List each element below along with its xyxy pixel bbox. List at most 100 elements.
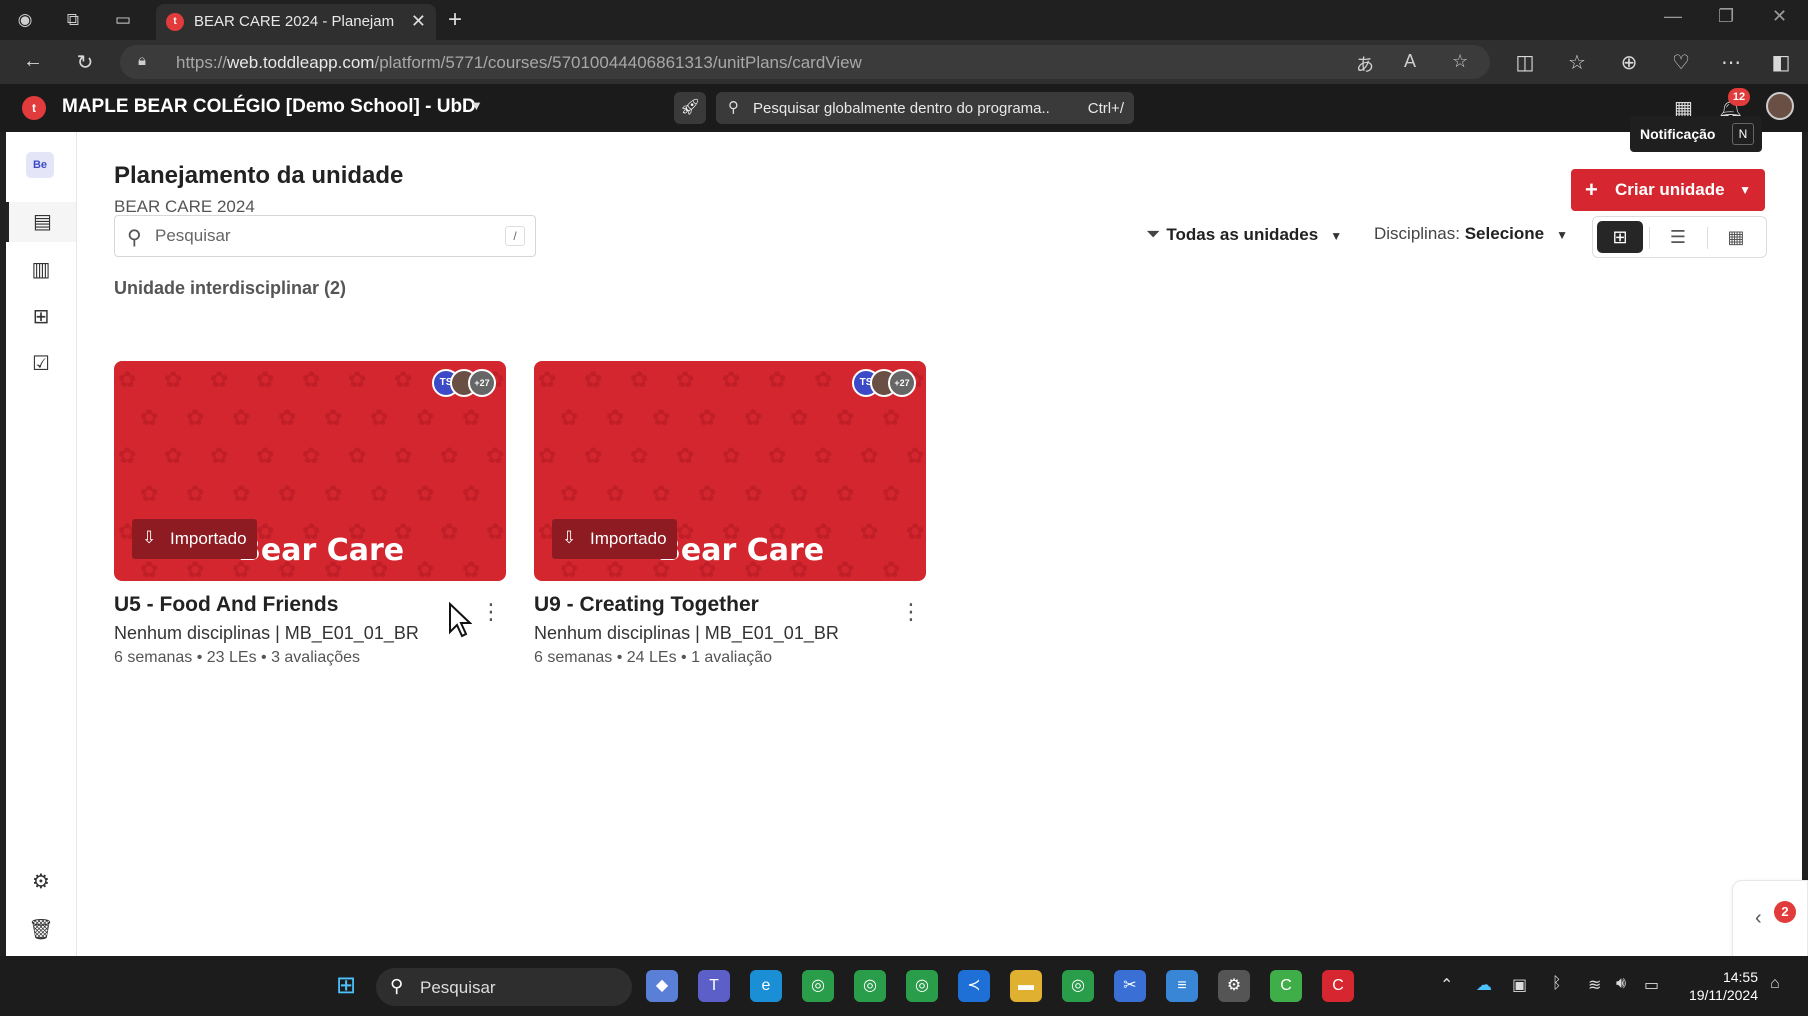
school-name[interactable]: MAPLE BEAR COLÉGIO [Demo School] - UbD <box>62 96 476 118</box>
taskbar-clock[interactable]: 14:55 19/11/2024 <box>1672 968 1758 1004</box>
restore-icon[interactable]: ❐ <box>1718 6 1734 27</box>
edge-icon[interactable]: e <box>750 970 782 1002</box>
unit-card-cover[interactable]: ✿ ✿ ✿ ✿ ✿ ✿ ✿ ✿ ✿ ✿ ✿ ✿ ✿ ✿ ✿ ✿ ✿ ✿ ✿ ✿ ✿ ✿ ✿ ✿ ✿ ✿ ✿ ✿ ✿ ✿ ✿ ✿ ✿ ✿ ✿ ✿ ✿ ✿ ✿ ✿… <box>114 361 506 581</box>
plus-icon: + <box>1585 177 1598 202</box>
user-avatar[interactable] <box>1766 92 1794 120</box>
disciplines-dropdown[interactable]: Disciplinas: Selecione ▼ <box>1374 224 1568 244</box>
chrome-icon[interactable]: ◎ <box>802 970 834 1002</box>
checklist-icon[interactable]: ☑ <box>6 344 76 384</box>
address-bar[interactable]: 🔒︎ https://web.toddleapp.com/platform/57… <box>120 45 1490 79</box>
wifi-icon[interactable]: ≋ <box>1588 975 1601 995</box>
tray-chevron-icon[interactable]: ⌃ <box>1440 975 1453 995</box>
close-window-icon[interactable]: ✕ <box>1772 6 1787 27</box>
onedrive-icon[interactable]: ☁ <box>1476 975 1492 995</box>
notepad-icon[interactable]: ≡ <box>1166 970 1198 1002</box>
chrome-icon[interactable]: ◎ <box>906 970 938 1002</box>
close-tab-icon[interactable]: ✕ <box>411 11 426 32</box>
collections-icon[interactable]: ⊕ <box>1616 50 1642 75</box>
unit-card-title[interactable]: U5 - Food And Friends <box>114 593 338 617</box>
file-explorer-icon[interactable]: ▬ <box>1010 970 1042 1002</box>
reload-icon[interactable]: ↻ <box>72 50 98 75</box>
maple-leaf-icon: ✿ <box>768 443 787 468</box>
notifications-icon[interactable]: ⌂ <box>1770 975 1780 993</box>
profile-icon[interactable]: ◉ <box>12 8 38 32</box>
library-icon[interactable]: ▥ <box>6 250 76 290</box>
maple-leaf-icon: ✿ <box>560 557 579 581</box>
teams-icon[interactable]: T <box>698 970 730 1002</box>
side-panel-toggle[interactable]: ‹ 2 <box>1732 880 1808 966</box>
browser-essentials-icon[interactable]: ♡ <box>1668 50 1694 75</box>
workspaces-icon[interactable]: ⧉ <box>60 8 86 32</box>
badge-label: Importado <box>170 529 247 548</box>
windows-start-icon[interactable]: ⊞ <box>330 970 362 1002</box>
maple-leaf-icon: ✿ <box>676 443 695 468</box>
split-screen-icon[interactable]: ◫ <box>1512 50 1538 75</box>
sidebar-toggle-icon[interactable]: ◧ <box>1768 50 1794 75</box>
battery-icon[interactable]: ▭ <box>1644 975 1659 995</box>
unit-search-input[interactable] <box>155 224 475 248</box>
main-content: Be ▤ ▥ ⊞ ☑ ⚙ 🗑︎ Planejamento da unidade … <box>6 116 1808 966</box>
unit-search-field[interactable]: ⚲ / <box>114 215 536 257</box>
chrome-icon[interactable]: ◎ <box>854 970 886 1002</box>
maple-leaf-icon: ✿ <box>836 405 855 430</box>
snipping-tool-icon[interactable]: ✂ <box>1114 970 1146 1002</box>
translate-icon[interactable]: あ <box>1356 51 1374 77</box>
create-unit-button[interactable]: + Criar unidade ▼ <box>1571 169 1765 211</box>
avatar-more-count: +27 <box>468 369 496 397</box>
back-icon[interactable]: ← <box>20 50 46 73</box>
maple-leaf-icon: ✿ <box>584 443 603 468</box>
global-search-input[interactable]: ⚲ Pesquisar globalmente dentro do progra… <box>716 92 1134 124</box>
table-icon[interactable]: ⊞ <box>6 297 76 337</box>
browser-toolbar: ← ↻ 🔒︎ https://web.toddleapp.com/platfor… <box>0 40 1808 84</box>
camtasia-icon[interactable]: C <box>1270 970 1302 1002</box>
unit-card-title[interactable]: U9 - Creating Together <box>534 593 759 617</box>
collaborator-avatars[interactable]: TS +27 <box>852 369 918 397</box>
maple-leaf-icon: ✿ <box>462 405 481 430</box>
bluetooth-icon[interactable]: ᛒ <box>1552 975 1562 993</box>
new-tab-icon[interactable]: + <box>448 6 462 34</box>
lock-icon: 🔒︎ <box>138 52 146 69</box>
settings-icon[interactable]: ⚙ <box>1218 970 1250 1002</box>
chevron-down-icon[interactable]: ▼ <box>1739 183 1751 197</box>
units-filter-dropdown[interactable]: ⏷ Todas as unidades ▼ <box>1146 224 1342 245</box>
recorder-icon[interactable]: C <box>1322 970 1354 1002</box>
chevron-down-icon[interactable]: ▼ <box>470 98 483 113</box>
unit-card-cover[interactable]: ✿ ✿ ✿ ✿ ✿ ✿ ✿ ✿ ✿ ✿ ✿ ✿ ✿ ✿ ✿ ✿ ✿ ✿ ✿ ✿ ✿ ✿ ✿ ✿ ✿ ✿ ✿ ✿ ✿ ✿ ✿ ✿ ✿ ✿ ✿ ✿ ✿ ✿ ✿ ✿… <box>534 361 926 581</box>
taskbar-search[interactable]: ⚲ Pesquisar <box>376 968 632 1006</box>
maple-leaf-icon: ✿ <box>140 557 159 581</box>
more-options-icon[interactable]: ⋮ <box>480 599 502 625</box>
vscode-icon[interactable]: ≺ <box>958 970 990 1002</box>
maple-leaf-icon: ✿ <box>210 367 229 392</box>
maple-leaf-icon: ✿ <box>744 481 763 506</box>
tab-actions-icon[interactable]: ▭ <box>110 8 136 32</box>
trash-icon[interactable]: 🗑︎ <box>6 910 76 950</box>
maple-leaf-icon: ✿ <box>698 481 717 506</box>
favorites-icon[interactable]: ☆ <box>1564 50 1590 75</box>
maple-leaf-icon: ✿ <box>186 557 205 581</box>
more-menu-icon[interactable]: ⋯ <box>1718 50 1744 75</box>
favorite-star-icon[interactable]: ☆ <box>1452 51 1468 72</box>
card-view-icon[interactable]: ⊞ <box>1597 221 1643 253</box>
read-aloud-icon[interactable]: A <box>1404 51 1416 72</box>
tray-app-icon[interactable]: ▣ <box>1512 975 1527 995</box>
search-icon: ⚲ <box>127 227 142 249</box>
copilot-icon[interactable]: ◆ <box>646 970 678 1002</box>
table-view-icon[interactable]: ▦ <box>1713 221 1759 253</box>
chrome-icon[interactable]: ◎ <box>1062 970 1094 1002</box>
maple-leaf-icon: ✿ <box>118 443 137 468</box>
volume-icon[interactable]: 🔊︎ <box>1616 975 1626 993</box>
sidebar-badge[interactable]: Be <box>26 152 54 178</box>
collaborator-avatars[interactable]: TS +27 <box>432 369 498 397</box>
unit-plans-icon[interactable]: ▤ <box>6 202 76 242</box>
toddle-logo-icon[interactable]: t <box>22 96 46 120</box>
maple-leaf-icon: ✿ <box>814 443 833 468</box>
settings-gear-icon[interactable]: ⚙ <box>6 862 76 902</box>
minimize-icon[interactable]: — <box>1664 6 1682 27</box>
rocket-icon[interactable]: 🚀︎ <box>674 92 706 124</box>
browser-tab[interactable]: t BEAR CARE 2024 - Planejamento ✕ <box>156 4 436 40</box>
card-brand-text: Bear Care <box>658 533 825 568</box>
more-options-icon[interactable]: ⋮ <box>900 599 922 625</box>
list-view-icon[interactable]: ☰ <box>1655 221 1701 253</box>
maple-leaf-icon: ✿ <box>606 557 625 581</box>
mouse-cursor-icon <box>449 602 472 638</box>
